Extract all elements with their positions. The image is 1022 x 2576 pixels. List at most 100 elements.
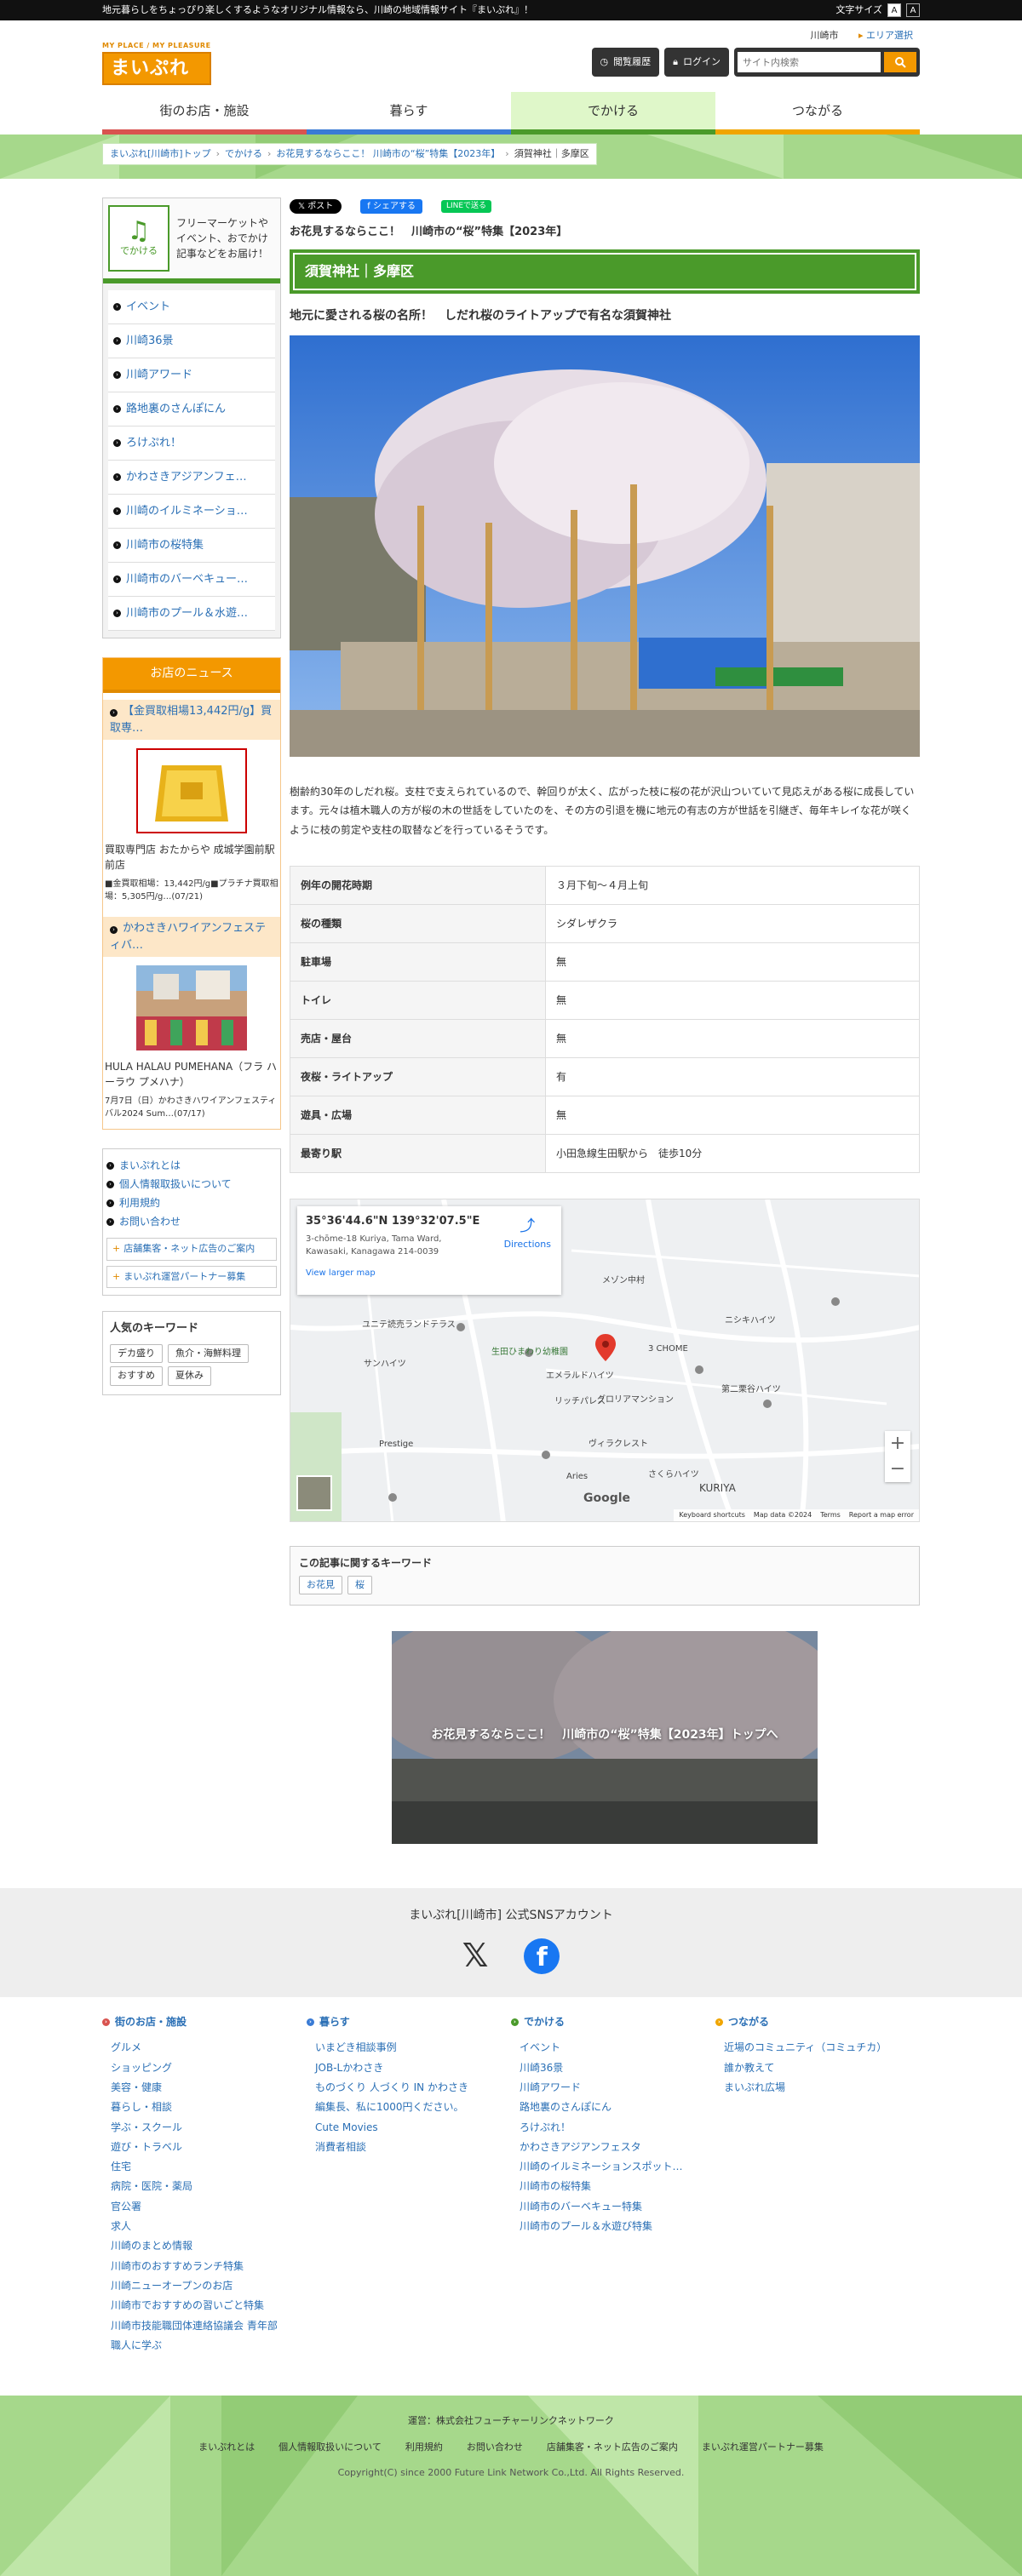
sidebar-item-label[interactable]: 川崎市のバーベキュー…	[126, 571, 248, 588]
keyword-tag[interactable]: 夏休み	[168, 1366, 211, 1386]
sidebar-item-award[interactable]: › 川崎アワード	[108, 358, 275, 392]
footer-nav-item[interactable]: 川崎市技能職団体連絡協議会 青年部	[102, 2318, 307, 2338]
footer-nav-item[interactable]: 川崎のまとめ情報	[102, 2238, 307, 2258]
gnav-living[interactable]: 暮らす	[307, 92, 511, 135]
footer-nav-title-label[interactable]: 街のお店・施設	[115, 2014, 187, 2029]
link-label[interactable]: まいぷれ運営パートナー募集	[123, 1270, 245, 1285]
footer-link[interactable]: お問い合わせ	[467, 2441, 523, 2455]
footer-nav-title[interactable]: › 暮らす	[307, 2014, 511, 2029]
sidebar-item-label[interactable]: イベント	[126, 299, 170, 316]
gold-bar-image[interactable]	[136, 748, 247, 833]
sidebar-item-36kei[interactable]: › 川崎36景	[108, 324, 275, 358]
news-item-link[interactable]: › かわさきハワイアンフェスティバ…	[103, 917, 280, 957]
footer-nav-item[interactable]: グルメ	[102, 2040, 307, 2059]
keyword-tag[interactable]: 桜	[347, 1575, 372, 1595]
footer-nav-title[interactable]: › つながる	[715, 2014, 920, 2029]
link-privacy[interactable]: › 個人情報取扱いについて	[106, 1175, 277, 1194]
gnav-outing[interactable]: でかける	[511, 92, 715, 135]
category-icon[interactable]: ♫ でかける	[108, 205, 169, 272]
footer-nav-item[interactable]: 路地裏のさんぽにん	[511, 2099, 715, 2119]
footer-nav-item[interactable]: JOB-Lかわさき	[307, 2060, 511, 2080]
sidebar-item-pool[interactable]: › 川崎市のプール＆水遊…	[108, 597, 275, 631]
footer-nav-item[interactable]: ものづくり 人づくり IN かわさき	[307, 2080, 511, 2099]
feature-banner[interactable]: お花見するならここ！ 川崎市の“桜”特集【2023年】トップへ	[366, 1614, 843, 1845]
search-button[interactable]	[884, 52, 916, 72]
footer-nav-title[interactable]: › でかける	[511, 2014, 715, 2029]
link-partner[interactable]: + まいぷれ運営パートナー募集	[106, 1265, 277, 1288]
sidebar-item-label[interactable]: 川崎36景	[126, 333, 174, 350]
footer-nav-item[interactable]: 川崎市の桜特集	[511, 2178, 715, 2198]
footer-nav-item[interactable]: まいぷれ広場	[715, 2080, 920, 2099]
footer-nav-item[interactable]: Cute Movies	[307, 2120, 511, 2139]
footer-nav-item[interactable]: 川崎市のプール＆水遊び特集	[511, 2218, 715, 2238]
footer-nav-item[interactable]: 川崎市のおすすめランチ特集	[102, 2258, 307, 2278]
share-line-button[interactable]: LINEで送る	[440, 199, 492, 214]
sidebar-item-label[interactable]: 川崎市の桜特集	[126, 537, 204, 554]
footer-nav-item[interactable]: 病院・医院・薬局	[102, 2178, 307, 2198]
site-logo[interactable]: MY PLACE / MY PLEASURE まいぷれ	[102, 41, 211, 85]
login-button[interactable]: 🔒︎ ログイン	[664, 48, 729, 77]
sidebar-item-label[interactable]: 川崎アワード	[126, 367, 192, 384]
breadcrumb-top[interactable]: まいぷれ[川崎市]トップ	[110, 147, 211, 162]
view-larger-map-link[interactable]: View larger map	[306, 1267, 553, 1279]
footer-nav-item[interactable]: ろけぷれ！	[511, 2120, 715, 2139]
footer-nav-item[interactable]: かわさきアジアンフェスタ	[511, 2139, 715, 2159]
map-keyboard-shortcuts[interactable]: Keyboard shortcuts	[679, 1510, 744, 1520]
gnav-connect[interactable]: つながる	[715, 92, 920, 135]
link-label[interactable]: お問い合わせ	[119, 1214, 181, 1229]
news-item-tag[interactable]: 【金買取相場13,442円/g】買取専…	[110, 705, 272, 735]
news-item-tag[interactable]: かわさきハワイアンフェスティバ…	[110, 922, 266, 952]
footer-nav-item[interactable]: 美容・健康	[102, 2080, 307, 2099]
footer-link[interactable]: まいぷれとは	[198, 2441, 255, 2455]
font-size-large-button[interactable]: A	[906, 3, 920, 17]
history-button[interactable]: ◷ 閲覧履歴	[591, 48, 660, 77]
sidebar-item-label[interactable]: かわさきアジアンフェ…	[126, 469, 247, 486]
link-label[interactable]: 個人情報取扱いについて	[119, 1176, 232, 1192]
font-size-small-button[interactable]: A	[887, 3, 901, 17]
area-select-link[interactable]: ▸ エリア選択	[850, 30, 913, 41]
sidebar-item-label[interactable]: 路地裏のさんぽにん	[126, 401, 226, 418]
link-label[interactable]: 店舗集客・ネット広告のご案内	[123, 1242, 255, 1257]
search-input[interactable]	[738, 52, 881, 72]
footer-link[interactable]: まいぷれ運営パートナー募集	[702, 2441, 824, 2455]
link-ads[interactable]: + 店舗集客・ネット広告のご案内	[106, 1238, 277, 1261]
sidebar-item-bbq[interactable]: › 川崎市のバーベキュー…	[108, 563, 275, 597]
area-select-label[interactable]: エリア選択	[866, 30, 913, 41]
footer-nav-item[interactable]: 学ぶ・スクール	[102, 2120, 307, 2139]
keyword-tag[interactable]: 魚介・海鮮料理	[168, 1343, 249, 1363]
footer-nav-item[interactable]: 近場のコミュニティ（コミュチカ）	[715, 2040, 920, 2059]
google-map[interactable]: 生田ひまわり幼稚園 エメラルドハイツ グロリアマンション ヴィラクレスト 3 C…	[290, 1198, 920, 1522]
footer-nav-item[interactable]: 官公署	[102, 2199, 307, 2218]
sidebar-item-sakura[interactable]: › 川崎市の桜特集	[108, 529, 275, 563]
footer-nav-title-label[interactable]: つながる	[728, 2014, 769, 2029]
sidebar-item-illumination[interactable]: › 川崎のイルミネーショ…	[108, 495, 275, 529]
footer-nav-item[interactable]: ショッピング	[102, 2060, 307, 2080]
footer-nav-item[interactable]: 求人	[102, 2218, 307, 2238]
keyword-tag[interactable]: お花見	[299, 1575, 342, 1595]
sidebar-item-label[interactable]: 川崎のイルミネーショ…	[126, 503, 248, 520]
footer-nav-item[interactable]: 住宅	[102, 2159, 307, 2178]
share-facebook-button[interactable]: f シェアする	[360, 199, 422, 214]
sidebar-item-locapure[interactable]: › ろけぷれ！	[108, 426, 275, 461]
keyword-tag[interactable]: おすすめ	[110, 1366, 163, 1386]
footer-nav-item[interactable]: 編集長、私に1000円ください。	[307, 2099, 511, 2119]
footer-nav-item[interactable]: 川崎36景	[511, 2060, 715, 2080]
link-contact[interactable]: › お問い合わせ	[106, 1212, 277, 1231]
footer-nav-item[interactable]: イベント	[511, 2040, 715, 2059]
breadcrumb-feature[interactable]: お花見するならここ！ 川崎市の“桜”特集【2023年】	[276, 147, 500, 162]
hula-photo[interactable]	[136, 965, 247, 1050]
footer-nav-item[interactable]: いまどき相談事例	[307, 2040, 511, 2059]
x-icon[interactable]: 𝕏	[462, 1938, 489, 1974]
footer-nav-title[interactable]: › 街のお店・施設	[102, 2014, 307, 2029]
link-label[interactable]: まいぷれとは	[119, 1158, 181, 1173]
footer-nav-item[interactable]: 川崎ニューオープンのお店	[102, 2278, 307, 2298]
footer-link[interactable]: 店舗集客・ネット広告のご案内	[547, 2441, 678, 2455]
footer-nav-item[interactable]: 川崎アワード	[511, 2080, 715, 2099]
keyword-tag[interactable]: デカ盛り	[110, 1343, 163, 1363]
link-label[interactable]: 利用規約	[119, 1195, 160, 1211]
zoom-in-button[interactable]: +	[885, 1431, 910, 1457]
breadcrumb-outing[interactable]: でかける	[225, 147, 262, 162]
link-about[interactable]: › まいぷれとは	[106, 1156, 277, 1175]
gnav-shops[interactable]: 街のお店・施設	[102, 92, 307, 135]
footer-nav-title-label[interactable]: 暮らす	[319, 2014, 350, 2029]
